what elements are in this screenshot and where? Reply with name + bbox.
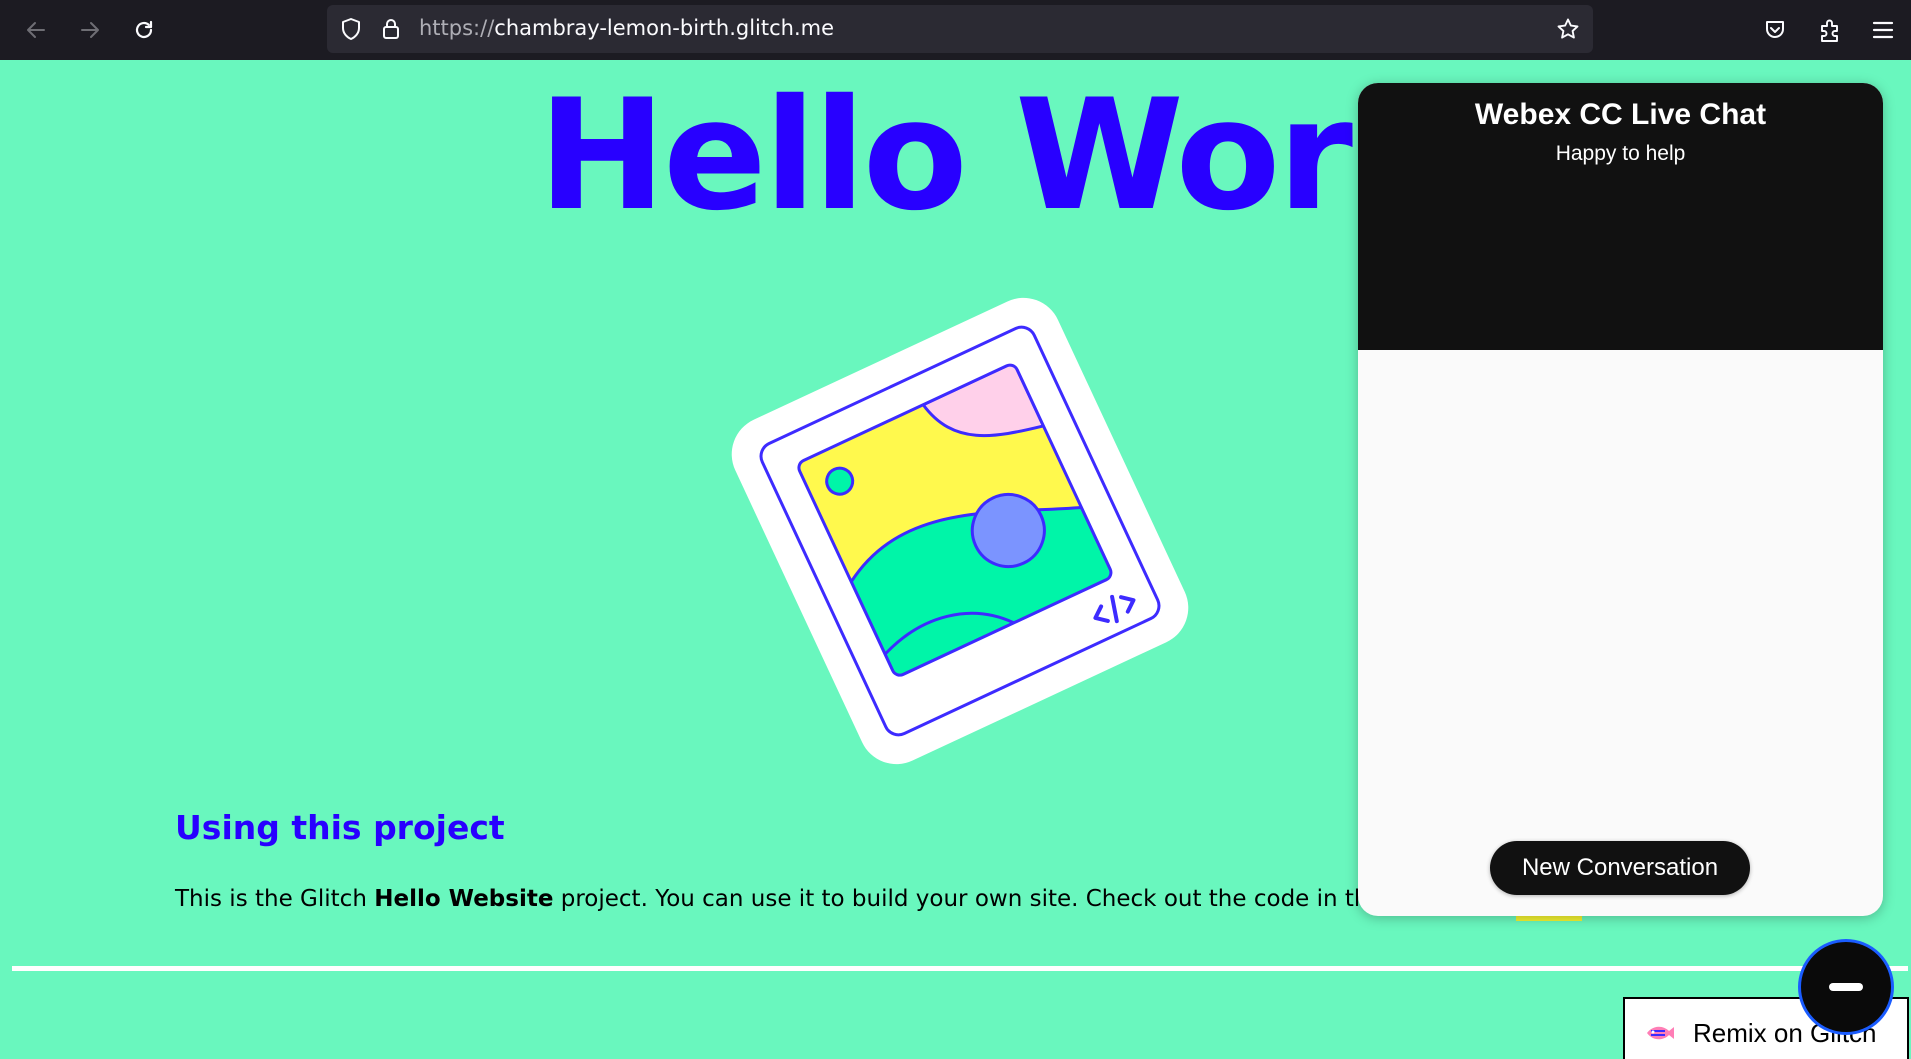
body-text-bold: Hello Website xyxy=(374,886,554,912)
address-bar[interactable]: https://chambray-lemon-birth.glitch.me xyxy=(327,5,1593,53)
chat-header: Webex CC Live Chat Happy to help xyxy=(1358,83,1883,350)
body-text-suffix: project. You can use it to build your ow… xyxy=(553,886,1458,912)
body-text-prefix: This is the Glitch xyxy=(175,886,375,912)
forward-button[interactable] xyxy=(70,10,110,50)
menu-icon xyxy=(1872,21,1894,39)
extensions-button[interactable] xyxy=(1815,15,1845,45)
body-paragraph: This is the Glitch Hello Website project… xyxy=(175,886,1458,912)
chat-launcher-button[interactable] xyxy=(1798,939,1894,1035)
minimize-icon xyxy=(1829,983,1863,991)
bookmark-button[interactable] xyxy=(1556,17,1580,41)
chat-widget: Webex CC Live Chat Happy to help New Con… xyxy=(1358,83,1883,916)
back-button[interactable] xyxy=(16,10,56,50)
glitch-fish-icon xyxy=(1647,1026,1674,1040)
illustration xyxy=(731,297,1189,765)
chat-subtitle: Happy to help xyxy=(1555,142,1686,165)
url-scheme: https:// xyxy=(419,16,495,40)
url-host: chambray-lemon-birth.glitch.me xyxy=(494,16,835,40)
divider xyxy=(12,966,1908,971)
section-title: Using this project xyxy=(175,808,505,847)
chat-title: Webex CC Live Chat xyxy=(1474,98,1767,131)
forward-arrow-icon xyxy=(81,22,99,38)
pocket-icon xyxy=(1766,21,1784,38)
extensions-icon xyxy=(1821,19,1838,42)
url-text[interactable]: https://chambray-lemon-birth.glitch.me xyxy=(419,16,834,40)
new-conversation-button[interactable]: New Conversation xyxy=(1490,841,1750,895)
tracking-protection-button[interactable] xyxy=(339,17,363,41)
star-icon xyxy=(1557,18,1579,39)
app-menu-button[interactable] xyxy=(1868,15,1898,45)
back-arrow-icon xyxy=(27,22,45,38)
site-info-button[interactable] xyxy=(379,17,403,41)
pocket-button[interactable] xyxy=(1760,15,1790,45)
reload-icon xyxy=(135,20,153,39)
lock-icon xyxy=(383,19,399,39)
shield-icon xyxy=(342,18,360,40)
browser-toolbar: https://chambray-lemon-birth.glitch.me xyxy=(0,0,1911,60)
reload-button[interactable] xyxy=(124,10,164,50)
